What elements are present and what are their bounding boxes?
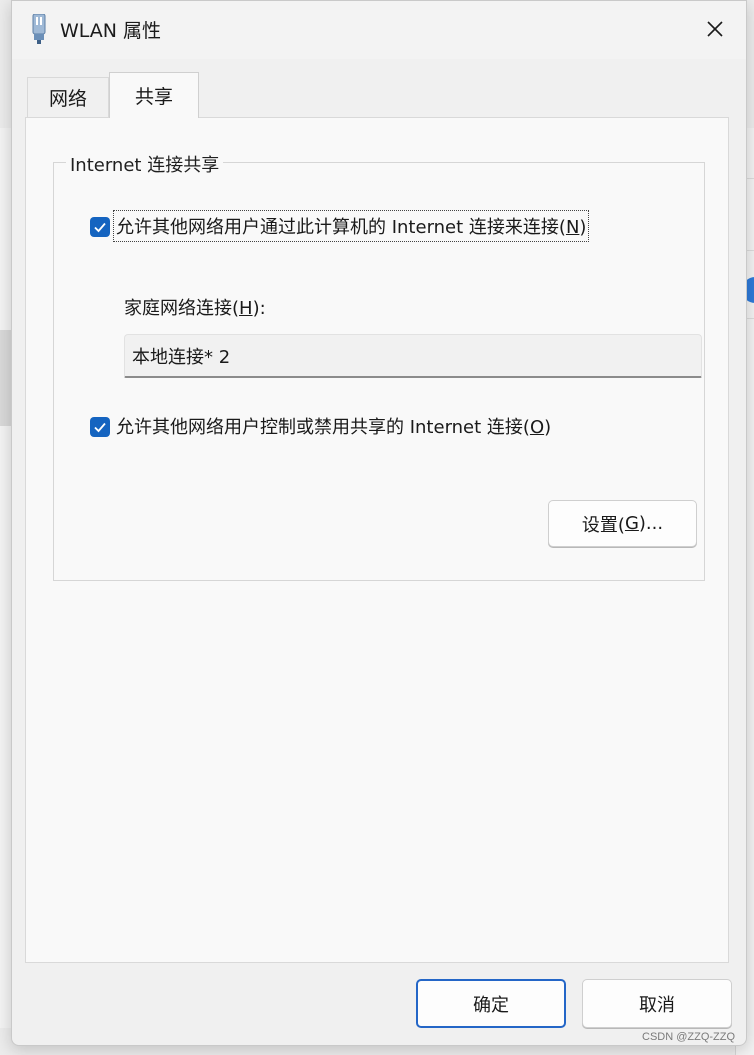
home-network-connection-field[interactable]: 本地连接* 2 [124,334,702,378]
background-selected-row [0,330,11,426]
sharing-tab-panel: Internet 连接共享 允许其他网络用户通过此计算机的 Internet 连… [25,117,729,963]
ok-button[interactable]: 确定 [416,979,566,1028]
ics-group-title: Internet 连接共享 [66,151,224,177]
tab-network-label: 网络 [48,88,87,110]
cancel-button[interactable]: 取消 [582,979,732,1028]
allow-share-checkbox[interactable] [90,217,110,237]
close-icon [707,21,723,37]
wifi-adapter-icon [30,13,48,44]
wlan-properties-dialog: WLAN 属性 网络 共享 Internet 连接共享 允许其他网络用户通过此计… [11,0,747,1046]
allow-control-checkbox[interactable] [90,417,110,437]
tab-sharing[interactable]: 共享 [109,72,199,118]
tab-network[interactable]: 网络 [27,77,109,117]
checkmark-icon [94,422,106,433]
title-bar[interactable]: WLAN 属性 [12,1,746,59]
home-network-value: 本地连接* 2 [132,347,231,368]
close-button[interactable] [692,7,738,51]
window-title: WLAN 属性 [60,20,162,42]
home-network-label: 家庭网络连接(H): [124,298,266,319]
allow-share-label[interactable]: 允许其他网络用户通过此计算机的 Internet 连接来连接(N) [112,210,590,242]
watermark: CSDN @ZZQ-ZZQ [642,1031,736,1043]
tab-sharing-label: 共享 [134,86,173,108]
background-window-left [0,128,11,1028]
allow-control-label[interactable]: 允许其他网络用户控制或禁用共享的 Internet 连接(O) [116,413,551,439]
checkmark-icon [94,222,106,233]
settings-button[interactable]: 设置(G)... [548,500,697,547]
